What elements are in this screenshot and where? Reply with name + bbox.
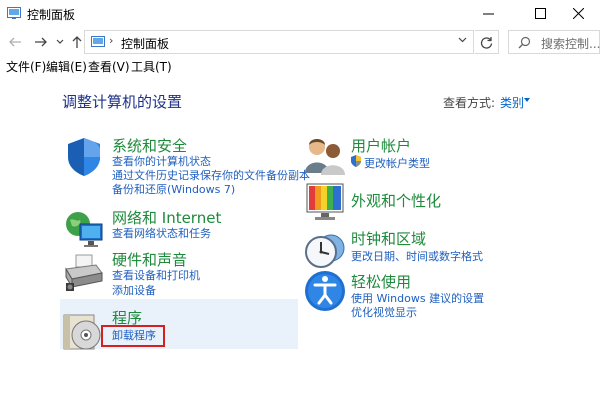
caret-down-icon[interactable] [524,98,530,102]
close-button[interactable] [556,0,600,27]
menu-edit[interactable]: 编辑(E) [46,58,87,75]
page-title: 调整计算机的设置 [62,93,183,111]
clock-globe-icon[interactable] [303,228,347,272]
breadcrumb-control-panel[interactable]: 控制面板 [121,35,169,52]
shield-icon[interactable] [62,135,106,179]
back-button[interactable] [6,32,24,52]
refresh-icon [480,36,493,49]
recent-locations-button[interactable] [54,32,66,52]
address-dropdown-icon[interactable] [458,37,467,43]
category-title[interactable]: 时钟和区域 [351,228,426,249]
uac-shield-icon [351,155,361,167]
chevron-down-icon [56,39,64,44]
menu-bar: 文件(F) 编辑(E) 查看(V) 工具(T) [0,57,600,75]
main-content: 调整计算机的设置 查看方式: 类别 系统和安全 查看你的计算机状态 通过文件历史… [0,75,600,404]
link-network-status[interactable]: 查看网络状态和任务 [112,225,211,241]
close-icon [572,8,584,19]
category-title[interactable]: 外观和个性化 [351,190,441,211]
category-title[interactable]: 轻松使用 [351,271,411,292]
link-add-device[interactable]: 添加设备 [112,282,156,298]
search-placeholder: 搜索控制... [541,37,600,51]
users-icon[interactable] [303,135,347,179]
control-panel-icon [91,36,105,47]
control-panel-icon [7,7,21,19]
programs-disc-icon[interactable] [62,309,106,353]
back-arrow-icon [9,37,21,47]
menu-file[interactable]: 文件(F) [6,58,46,75]
view-by-label: 查看方式: [443,96,496,110]
link-devices-printers[interactable]: 查看设备和打印机 [112,267,200,283]
breadcrumb-separator-icon: › [109,34,114,47]
maximize-icon [534,8,546,19]
category-title[interactable]: 用户帐户 [351,135,411,156]
link-change-account-type[interactable]: 更改帐户类型 [364,155,430,171]
forward-button[interactable] [32,32,50,52]
view-by-dropdown[interactable]: 类别 [500,94,524,111]
menu-tools[interactable]: 工具(T) [131,58,172,75]
search-box[interactable]: 搜索控制... [508,30,600,54]
minimize-button[interactable] [466,0,510,27]
forward-arrow-icon [35,37,47,47]
up-arrow-icon [72,36,82,48]
refresh-button[interactable] [475,30,499,54]
address-bar[interactable]: › 控制面板 [84,30,474,54]
ease-of-access-icon[interactable] [303,269,347,313]
window-title: 控制面板 [27,8,76,22]
link-change-date-time-format[interactable]: 更改日期、时间或数字格式 [351,248,483,264]
globe-network-icon[interactable] [62,208,106,252]
highlight-annotation-box [101,325,165,347]
link-optimize-visual-display[interactable]: 优化视觉显示 [351,304,417,320]
minimize-icon [482,13,494,15]
menu-view[interactable]: 查看(V) [88,58,130,75]
printer-icon[interactable] [62,251,106,295]
title-bar: 控制面板 [0,0,600,27]
link-backup-restore[interactable]: 备份和还原(Windows 7) [112,181,235,197]
control-panel-window: 控制面板 › 控制面板 搜索控制... 文件(F) 编辑(E) 查看(V) 工具… [0,0,600,404]
navigation-bar: › 控制面板 搜索控制... [0,28,600,56]
personalization-monitor-icon[interactable] [303,180,347,224]
search-icon [518,36,531,49]
